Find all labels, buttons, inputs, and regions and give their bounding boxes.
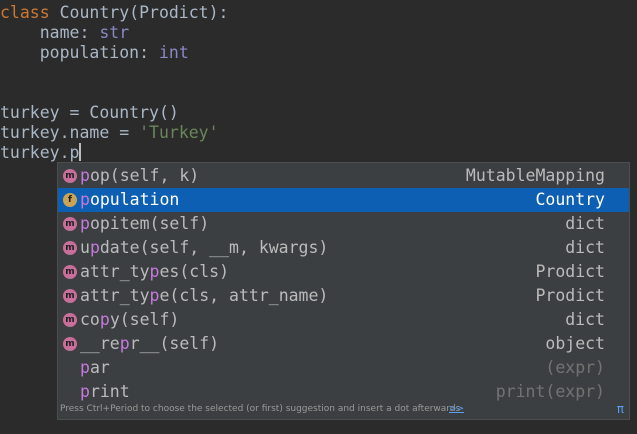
completion-item-type: dict bbox=[565, 214, 605, 233]
label-post: opitem(self) bbox=[89, 214, 210, 233]
completion-item-label: copy(self) bbox=[80, 308, 179, 332]
keyword-class: class bbox=[0, 3, 50, 22]
completion-item-label: par bbox=[80, 356, 110, 380]
label-pre: u bbox=[80, 238, 90, 257]
label-match: p bbox=[119, 334, 130, 353]
label-match: p bbox=[80, 190, 90, 209]
label-post: e(cls, attr_name) bbox=[159, 286, 329, 305]
completion-item-type: Prodict bbox=[535, 262, 605, 281]
completion-item[interactable]: m pop(self, k) MutableMapping bbox=[58, 164, 629, 188]
completion-item-type: (expr) bbox=[545, 358, 605, 377]
label-match: p bbox=[149, 286, 160, 305]
completion-item[interactable]: m attr_types(cls) Prodict bbox=[58, 260, 629, 284]
type-str: str bbox=[99, 23, 130, 42]
completion-item[interactable]: m popitem(self) dict bbox=[58, 212, 629, 236]
completion-item-type: dict bbox=[565, 238, 605, 257]
completion-item-label: attr_type(cls, attr_name) bbox=[80, 284, 328, 308]
hint-text: Press Ctrl+Period to choose the selected… bbox=[60, 404, 461, 414]
label-match: p bbox=[89, 238, 100, 257]
label-match: p bbox=[99, 310, 110, 329]
completion-item-label: update(self, __m, kwargs) bbox=[80, 236, 328, 260]
completion-item[interactable]: m update(self, __m, kwargs) dict bbox=[58, 236, 629, 260]
completion-item-label: attr_types(cls) bbox=[80, 260, 229, 284]
label-pre: __re bbox=[80, 334, 120, 353]
hint-bar: Press Ctrl+Period to choose the selected… bbox=[58, 401, 629, 419]
label-match: p bbox=[80, 214, 90, 233]
code-line-name-field: name: str bbox=[0, 23, 129, 43]
method-icon: m bbox=[63, 169, 77, 183]
label-pre: attr_ty bbox=[80, 262, 150, 281]
label-post: opulation bbox=[89, 190, 180, 209]
completion-item-label: __repr__(self) bbox=[80, 332, 219, 356]
label-post: rint bbox=[89, 382, 130, 401]
completion-item-type: object bbox=[545, 334, 605, 353]
code-line-name-assign: turkey.name = 'Turkey' bbox=[0, 123, 219, 143]
label-post: y(self) bbox=[109, 310, 180, 329]
completion-item[interactable]: m __repr__(self) object bbox=[58, 332, 629, 356]
type-int: int bbox=[158, 43, 189, 62]
field-population: population: bbox=[0, 43, 159, 62]
code-line-instantiation: turkey = Country() bbox=[0, 103, 179, 122]
label-post: op(self, k) bbox=[89, 166, 200, 185]
completion-item[interactable]: m copy(self) dict bbox=[58, 308, 629, 332]
completion-popup[interactable]: m pop(self, k) MutableMapping f population Co… bbox=[57, 162, 630, 420]
field-name: name: bbox=[0, 23, 100, 42]
label-post: es(cls) bbox=[159, 262, 230, 281]
code-line-class-def: class Country(Prodict): bbox=[0, 3, 228, 23]
method-icon: m bbox=[63, 313, 77, 327]
method-icon: m bbox=[63, 289, 77, 303]
label-pre: co bbox=[80, 310, 100, 329]
field-icon: f bbox=[63, 193, 77, 207]
method-icon: m bbox=[63, 241, 77, 255]
method-icon: m bbox=[63, 217, 77, 231]
completion-item[interactable]: par (expr) bbox=[58, 356, 629, 380]
label-post: ar bbox=[89, 358, 110, 377]
label-post: r__(self) bbox=[129, 334, 220, 353]
completion-item[interactable]: f population Country bbox=[58, 188, 629, 212]
completion-item-label: pop(self, k) bbox=[80, 164, 199, 188]
code-line-current[interactable]: turkey.p bbox=[0, 143, 82, 163]
completion-item-label: population bbox=[80, 188, 179, 212]
completion-item-type: dict bbox=[565, 310, 605, 329]
string-literal: 'Turkey' bbox=[139, 123, 219, 142]
label-post: date(self, __m, kwargs) bbox=[99, 238, 329, 257]
code-editor[interactable]: class Country(Prodict): name: str popula… bbox=[0, 0, 637, 434]
code-line-population-field: population: int bbox=[0, 43, 189, 63]
label-match: p bbox=[80, 382, 90, 401]
hint-more-link[interactable]: >> bbox=[449, 404, 464, 414]
completion-item[interactable]: m attr_type(cls, attr_name) Prodict bbox=[58, 284, 629, 308]
current-input: turkey.p bbox=[0, 143, 80, 162]
completion-item-type: MutableMapping bbox=[465, 166, 605, 185]
completion-item-type: Prodict bbox=[535, 286, 605, 305]
completion-item-type: Country bbox=[535, 190, 605, 209]
label-pre: attr_ty bbox=[80, 286, 150, 305]
label-match: p bbox=[80, 166, 90, 185]
method-icon: m bbox=[63, 337, 77, 351]
text-caret bbox=[79, 143, 82, 161]
class-signature: Country(Prodict): bbox=[49, 3, 229, 22]
label-match: p bbox=[149, 262, 160, 281]
label-match: p bbox=[80, 358, 90, 377]
assign-target: turkey.name = bbox=[0, 123, 140, 142]
completion-item-label: popitem(self) bbox=[80, 212, 209, 236]
method-icon: m bbox=[63, 265, 77, 279]
pi-icon[interactable]: π bbox=[617, 402, 624, 416]
